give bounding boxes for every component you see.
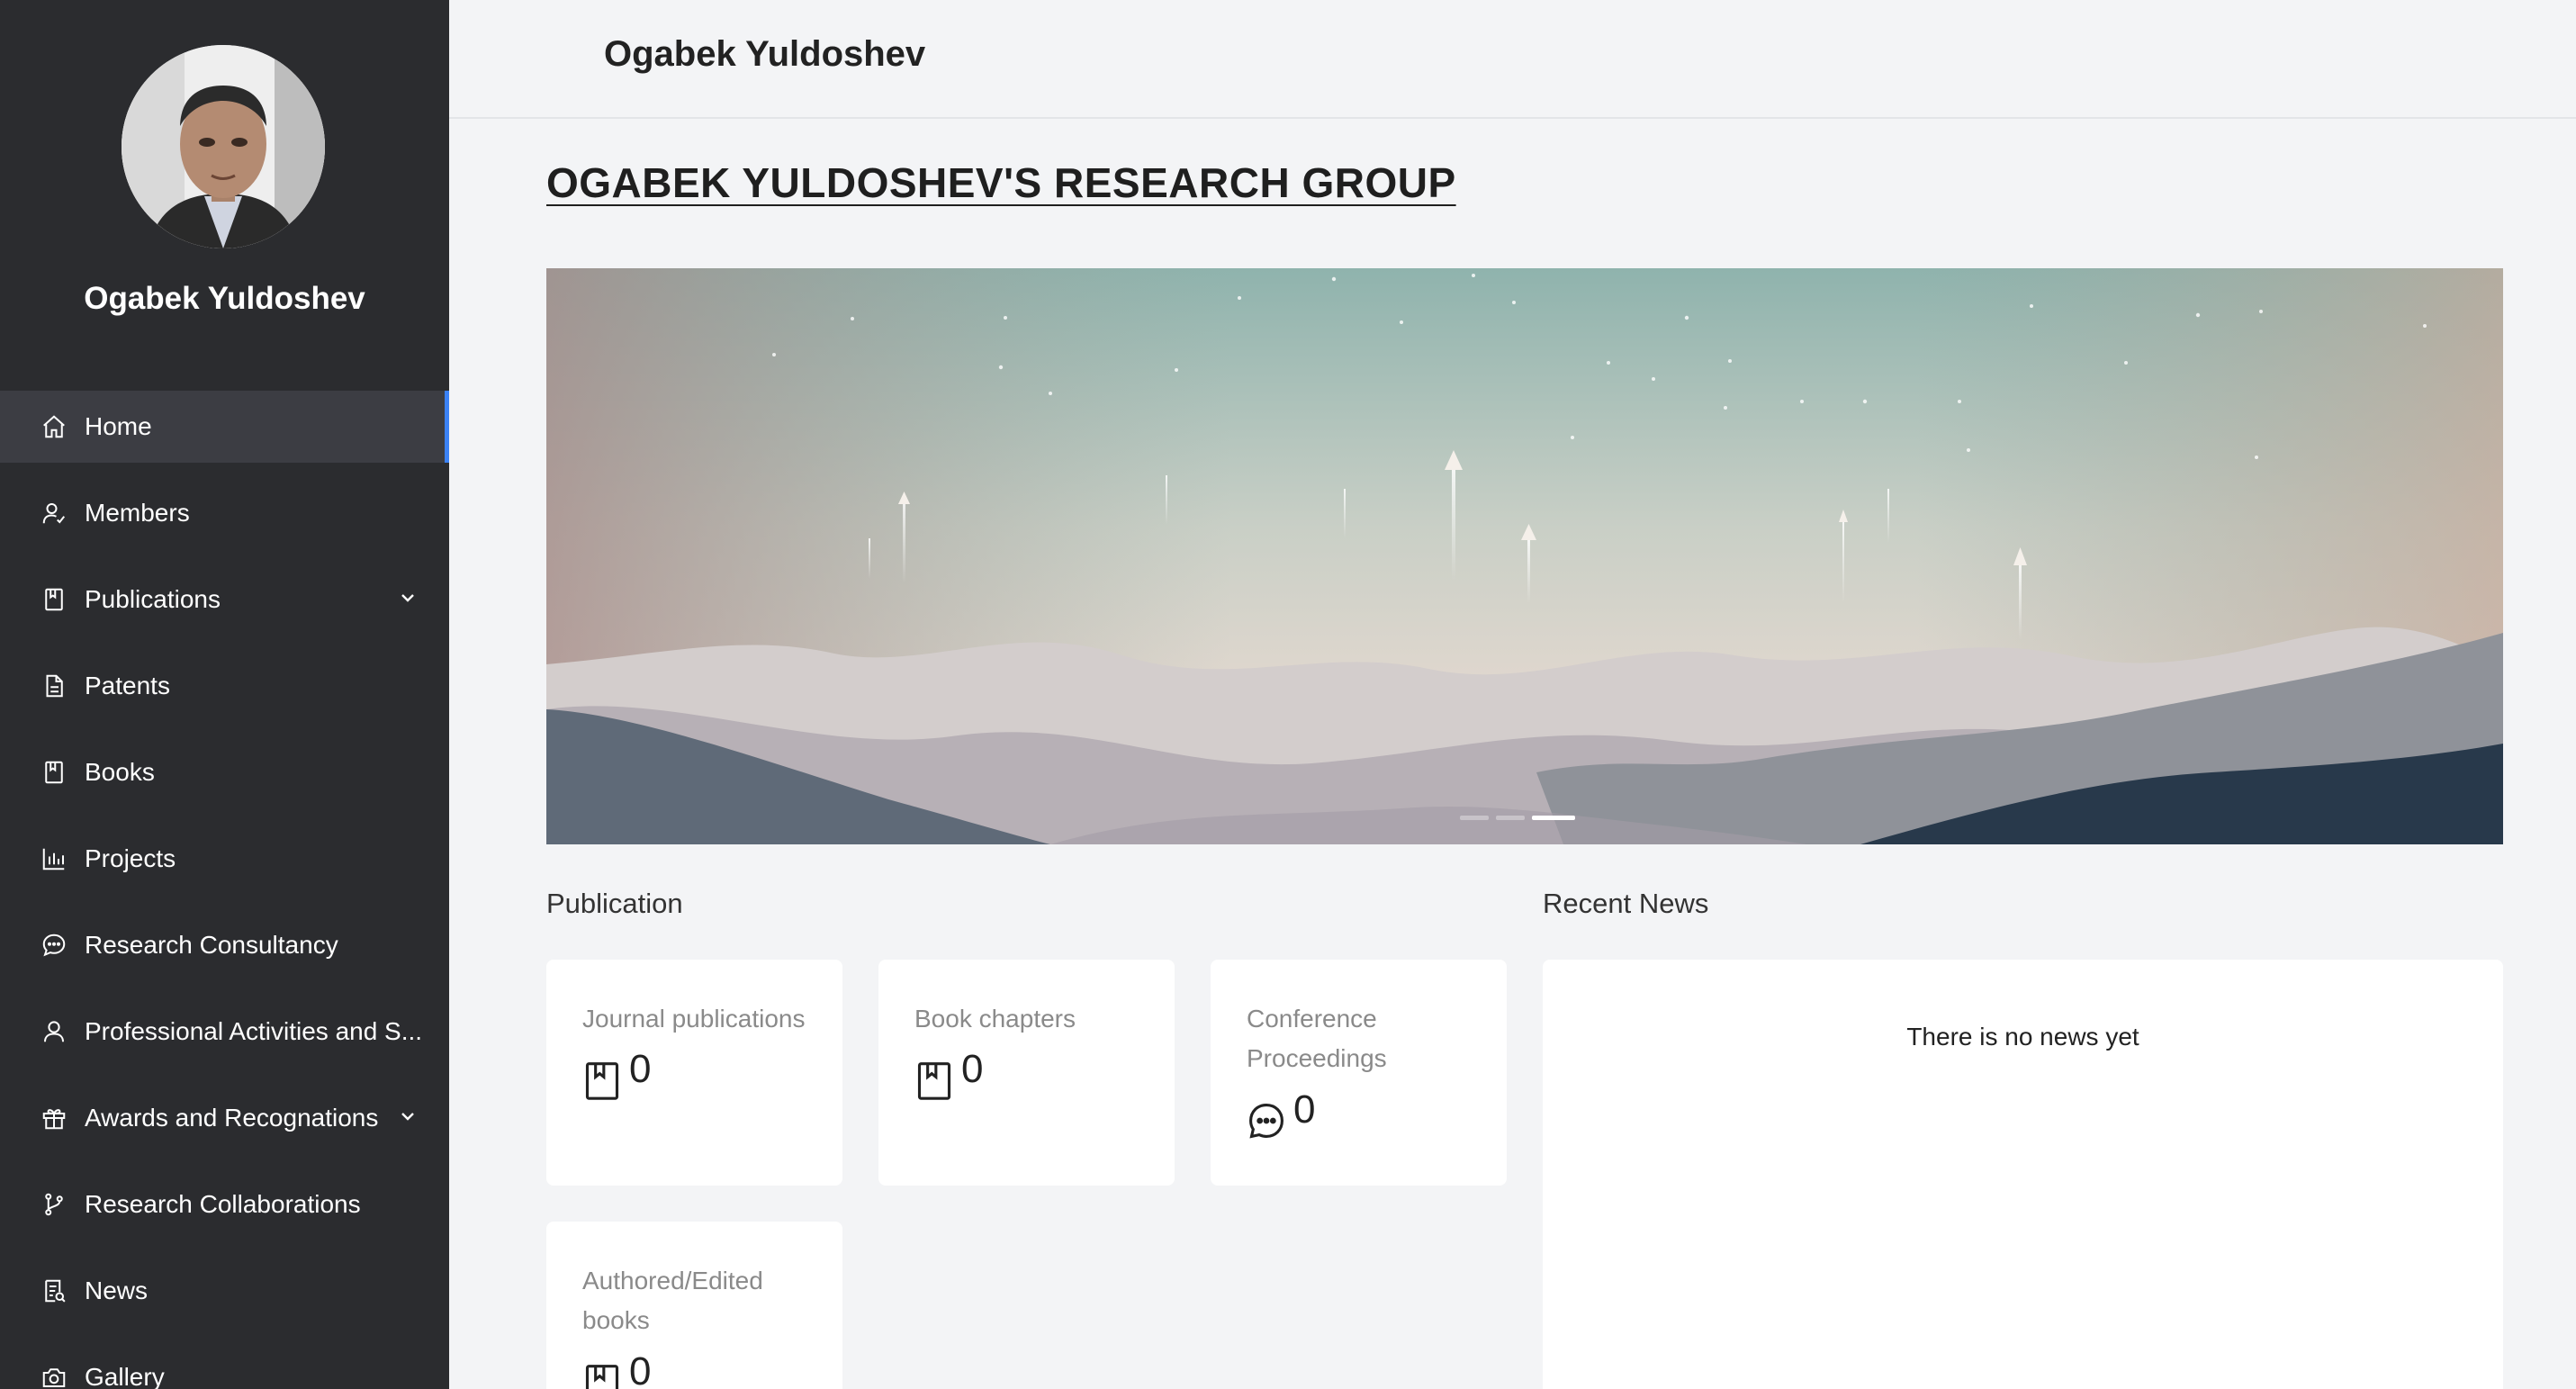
- stat-card-title: Conference Proceedings: [1247, 1005, 1387, 1072]
- stat-card-value: 0: [629, 1047, 652, 1091]
- home-icon: [40, 412, 68, 441]
- sidebar-item-awards[interactable]: Awards and Recognations: [0, 1082, 449, 1154]
- stat-card-value: 0: [1293, 1087, 1316, 1132]
- sidebar-item-news[interactable]: News: [0, 1255, 449, 1327]
- sidebar-item-research-consultancy[interactable]: Research Consultancy: [0, 909, 449, 981]
- sidebar-item-label: Home: [85, 412, 152, 440]
- sidebar-item-members[interactable]: Members: [0, 477, 449, 549]
- book-icon: [40, 585, 68, 614]
- carousel-slide-image: [546, 268, 2503, 844]
- sidebar-item-label: Research Collaborations: [85, 1190, 361, 1218]
- sidebar-item-label: Members: [85, 499, 190, 527]
- branch-icon: [40, 1190, 68, 1219]
- publication-section-title: Publication: [546, 888, 683, 919]
- sidebar-item-books[interactable]: Books: [0, 736, 449, 808]
- camera-icon: [40, 1363, 68, 1389]
- sidebar-item-projects[interactable]: Projects: [0, 823, 449, 895]
- sidebar: Ogabek Yuldoshev Home Members Publicatio…: [0, 0, 449, 1389]
- carousel-dot-active[interactable]: [1532, 816, 1575, 820]
- sidebar-item-home[interactable]: Home: [0, 391, 449, 463]
- stat-card-authored-books[interactable]: Authored/Edited books 0: [546, 1222, 842, 1389]
- top-bar: Ogabek Yuldoshev: [449, 0, 2576, 119]
- header-title: Ogabek Yuldoshev: [604, 34, 926, 74]
- page-title[interactable]: OGABEK YULDOSHEV'S RESEARCH GROUP: [546, 158, 1456, 207]
- carousel-dot[interactable]: [1460, 816, 1489, 820]
- stat-card-book-chapters[interactable]: Book chapters 0: [878, 960, 1175, 1186]
- sidebar-item-professional-activities[interactable]: Professional Activities and S...: [0, 996, 449, 1068]
- avatar: [122, 45, 325, 248]
- stat-card-value: 0: [961, 1047, 984, 1091]
- profile-name: Ogabek Yuldoshev: [84, 281, 365, 316]
- book-icon: [40, 758, 68, 787]
- sidebar-item-gallery[interactable]: Gallery: [0, 1341, 449, 1389]
- sidebar-item-patents[interactable]: Patents: [0, 650, 449, 722]
- sidebar-item-label: Awards and Recognations: [85, 1104, 379, 1132]
- carousel-indicators: [1460, 816, 1575, 820]
- stat-card-title: Journal publications: [582, 1005, 806, 1033]
- news-section-title: Recent News: [1543, 888, 1709, 919]
- sidebar-nav: Home Members Publications Patents Books …: [0, 391, 449, 1389]
- recent-news-panel: There is no news yet: [1543, 960, 2503, 1389]
- chat-icon: [40, 931, 68, 960]
- sidebar-item-label: Projects: [85, 844, 176, 872]
- stat-card-conference-proceedings[interactable]: Conference Proceedings 0: [1211, 960, 1507, 1186]
- gift-icon: [40, 1104, 68, 1132]
- members-icon: [40, 499, 68, 528]
- stat-card-journal-publications[interactable]: Journal publications 0: [546, 960, 842, 1186]
- sidebar-item-publications[interactable]: Publications: [0, 564, 449, 636]
- sidebar-item-label: News: [85, 1276, 149, 1304]
- stat-card-value: 0: [629, 1349, 652, 1389]
- sidebar-item-label: Patents: [85, 672, 170, 699]
- sidebar-item-label: Gallery: [85, 1363, 165, 1389]
- sidebar-item-research-collaborations[interactable]: Research Collaborations: [0, 1168, 449, 1240]
- sidebar-item-label: Professional Activities and S...: [85, 1017, 423, 1045]
- sidebar-item-label: Research Consultancy: [85, 931, 338, 959]
- hero-carousel[interactable]: [546, 268, 2503, 844]
- book-icon: [917, 1062, 951, 1100]
- chevron-down-icon: [401, 594, 414, 602]
- chevron-down-icon: [401, 1113, 414, 1121]
- chat-bubble-icon: [1249, 1104, 1283, 1139]
- bar-chart-icon: [40, 844, 68, 873]
- carousel-dot[interactable]: [1496, 816, 1525, 820]
- sidebar-item-label: Books: [85, 758, 155, 786]
- news-icon: [40, 1276, 68, 1305]
- stat-card-title: Authored/Edited books: [582, 1267, 763, 1334]
- user-icon: [40, 1017, 68, 1046]
- news-empty-message: There is no news yet: [1906, 1023, 2139, 1051]
- stat-card-title: Book chapters: [914, 1005, 1076, 1033]
- document-icon: [40, 672, 68, 700]
- book-icon: [585, 1062, 619, 1100]
- book-icon: [585, 1365, 619, 1389]
- sidebar-item-label: Publications: [85, 585, 221, 613]
